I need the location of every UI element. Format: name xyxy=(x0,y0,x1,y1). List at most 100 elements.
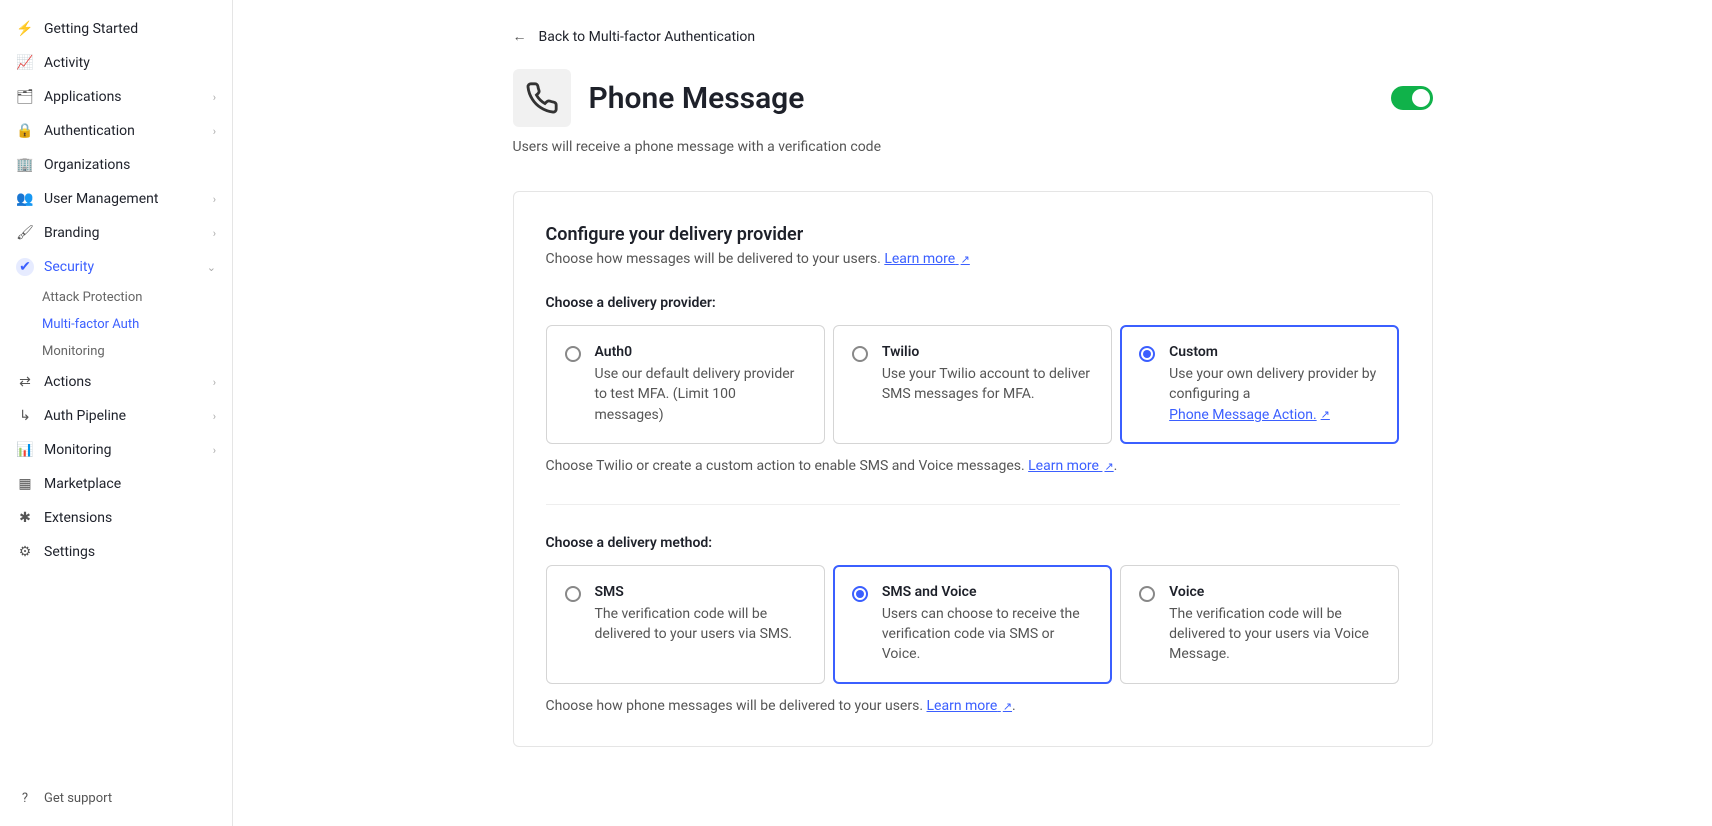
radio-icon xyxy=(852,346,868,362)
method-footnote-link[interactable]: Learn more ↗ xyxy=(927,698,1013,714)
brush-icon: 🖌 xyxy=(16,224,34,242)
option-desc: The verification code will be delivered … xyxy=(595,604,806,645)
provider-option-twilio[interactable]: Twilio Use your Twilio account to delive… xyxy=(833,325,1112,444)
option-desc: Users can choose to receive the verifica… xyxy=(882,604,1093,665)
phone-message-action-link[interactable]: Phone Message Action. ↗ xyxy=(1169,405,1330,425)
sidebar-item-label: Activity xyxy=(44,55,216,71)
radio-icon xyxy=(1139,586,1155,602)
sidebar-item-activity[interactable]: 📈 Activity xyxy=(0,46,232,80)
bolt-icon: ⚡ xyxy=(16,20,34,38)
chevron-right-icon: › xyxy=(213,410,216,423)
sidebar-item-label: Monitoring xyxy=(44,442,203,458)
sidebar-item-label: Marketplace xyxy=(44,476,216,492)
sidebar-item-label: Authentication xyxy=(44,123,203,139)
building-icon: 🏢 xyxy=(16,156,34,174)
method-option-voice[interactable]: Voice The verification code will be deli… xyxy=(1120,565,1399,684)
sidebar-item-label: Branding xyxy=(44,225,203,241)
enable-toggle[interactable] xyxy=(1391,86,1433,110)
provider-footnote-link[interactable]: Learn more ↗ xyxy=(1028,458,1114,474)
layers-icon: 🗂 xyxy=(16,88,34,106)
option-title: Twilio xyxy=(882,344,1093,360)
option-desc: Use your Twilio account to deliver SMS m… xyxy=(882,364,1093,405)
provider-section-desc: Choose how messages will be delivered to… xyxy=(546,251,1400,267)
option-title: SMS and Voice xyxy=(882,584,1093,600)
users-icon: 👥 xyxy=(16,190,34,208)
lock-icon: 🔒 xyxy=(16,122,34,140)
sidebar-item-monitoring[interactable]: 📊 Monitoring › xyxy=(0,433,232,467)
sidebar-item-extensions[interactable]: ✱ Extensions xyxy=(0,501,232,535)
main: ← Back to Multi-factor Authentication Ph… xyxy=(233,0,1712,826)
title-group: Phone Message xyxy=(513,69,805,127)
provider-option-custom[interactable]: Custom Use your own delivery provider by… xyxy=(1120,325,1399,444)
method-footnote: Choose how phone messages will be delive… xyxy=(546,698,1400,714)
sidebar-item-organizations[interactable]: 🏢 Organizations xyxy=(0,148,232,182)
provider-options: Auth0 Use our default delivery provider … xyxy=(546,325,1400,444)
sidebar-item-authentication[interactable]: 🔒 Authentication › xyxy=(0,114,232,148)
sidebar-item-auth-pipeline[interactable]: ↳ Auth Pipeline › xyxy=(0,399,232,433)
sidebar-item-applications[interactable]: 🗂 Applications › xyxy=(0,80,232,114)
subnav-mfa[interactable]: Multi-factor Auth xyxy=(42,311,232,338)
get-support-link[interactable]: ? Get support xyxy=(0,783,232,814)
sidebar-item-label: Settings xyxy=(44,544,216,560)
phone-icon xyxy=(513,69,571,127)
method-field-label: Choose a delivery method: xyxy=(546,535,1400,551)
shield-icon: ✔ xyxy=(16,258,34,276)
option-desc: The verification code will be delivered … xyxy=(1169,604,1380,665)
radio-icon xyxy=(852,586,868,602)
method-option-sms[interactable]: SMS The verification code will be delive… xyxy=(546,565,825,684)
sidebar-item-label: Actions xyxy=(44,374,203,390)
external-link-icon: ↗ xyxy=(1321,407,1330,423)
sidebar-item-settings[interactable]: ⚙ Settings xyxy=(0,535,232,569)
chevron-down-icon: ⌄ xyxy=(207,261,216,274)
radio-icon xyxy=(565,586,581,602)
help-icon: ? xyxy=(16,791,34,806)
page-title: Phone Message xyxy=(589,81,805,116)
chevron-right-icon: › xyxy=(213,193,216,206)
provider-option-auth0[interactable]: Auth0 Use our default delivery provider … xyxy=(546,325,825,444)
sidebar-item-branding[interactable]: 🖌 Branding › xyxy=(0,216,232,250)
back-link-label: Back to Multi-factor Authentication xyxy=(539,29,756,45)
sidebar-item-getting-started[interactable]: ⚡ Getting Started xyxy=(0,12,232,46)
sidebar-item-label: Auth Pipeline xyxy=(44,408,203,424)
arrow-left-icon: ← xyxy=(513,28,527,45)
header-row: Phone Message xyxy=(513,69,1433,127)
option-desc: Use your own delivery provider by config… xyxy=(1169,364,1380,425)
subnav-attack-protection[interactable]: Attack Protection xyxy=(42,284,232,311)
subnav-monitoring[interactable]: Monitoring xyxy=(42,338,232,365)
option-title: SMS xyxy=(595,584,806,600)
sidebar-item-label: Security xyxy=(44,259,197,275)
sidebar-item-label: Extensions xyxy=(44,510,216,526)
option-title: Custom xyxy=(1169,344,1380,360)
nav-list: ⚡ Getting Started 📈 Activity 🗂 Applicati… xyxy=(0,12,232,569)
sidebar-item-label: Applications xyxy=(44,89,203,105)
radio-icon xyxy=(565,346,581,362)
sidebar-item-actions[interactable]: ⇄ Actions › xyxy=(0,365,232,399)
radio-icon xyxy=(1139,346,1155,362)
provider-field-label: Choose a delivery provider: xyxy=(546,295,1400,311)
external-link-icon: ↗ xyxy=(1104,460,1113,473)
option-desc: Use our default delivery provider to tes… xyxy=(595,364,806,425)
back-link[interactable]: ← Back to Multi-factor Authentication xyxy=(513,28,1433,45)
sidebar-item-label: Getting Started xyxy=(44,21,216,37)
provider-learn-more-link[interactable]: Learn more ↗ xyxy=(884,251,970,267)
option-title: Auth0 xyxy=(595,344,806,360)
divider xyxy=(546,504,1400,505)
chevron-right-icon: › xyxy=(213,125,216,138)
pipeline-icon: ↳ xyxy=(16,407,34,425)
sidebar-item-security[interactable]: ✔ Security ⌄ xyxy=(0,250,232,284)
external-link-icon: ↗ xyxy=(961,253,970,266)
method-option-sms-voice[interactable]: SMS and Voice Users can choose to receiv… xyxy=(833,565,1112,684)
config-card: Configure your delivery provider Choose … xyxy=(513,191,1433,747)
sidebar-item-label: User Management xyxy=(44,191,203,207)
sidebar-item-user-management[interactable]: 👥 User Management › xyxy=(0,182,232,216)
support-label: Get support xyxy=(44,791,112,806)
chevron-right-icon: › xyxy=(213,227,216,240)
flow-icon: ⇄ xyxy=(16,373,34,391)
external-link-icon: ↗ xyxy=(1003,700,1012,713)
provider-footnote: Choose Twilio or create a custom action … xyxy=(546,458,1400,474)
grid-icon: ▦ xyxy=(16,475,34,493)
page-subtitle: Users will receive a phone message with … xyxy=(513,139,1433,155)
sidebar-item-marketplace[interactable]: ▦ Marketplace xyxy=(0,467,232,501)
plugin-icon: ✱ xyxy=(16,509,34,527)
chevron-right-icon: › xyxy=(213,376,216,389)
